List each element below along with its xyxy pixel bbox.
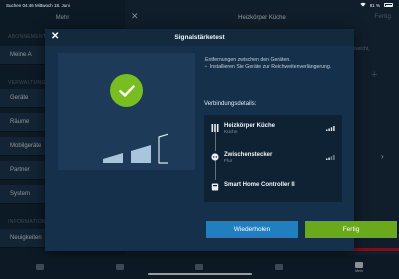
repeat-button[interactable]: Wiederholen <box>206 221 298 238</box>
done-button[interactable]: Fertig <box>305 221 397 238</box>
device-name: Zwischenstecker <box>224 152 273 158</box>
tip-line: Entfernungen zwischen den Geräten. <box>205 57 291 63</box>
battery-icon <box>384 3 393 7</box>
close-icon[interactable]: ✕ <box>51 31 59 42</box>
device-room: Flur <box>224 159 233 164</box>
status-left-text: Suchen 04:46 Mittwoch 18. Juni <box>6 2 70 8</box>
signal-strength-icon <box>326 155 335 160</box>
controller-icon <box>211 183 219 191</box>
tip-text: Entfernungen zwischen den Geräten. • Inst… <box>205 57 345 71</box>
device-name: Heizkörper Küche <box>224 123 276 129</box>
connection-details-label: Verbindungsdetails: <box>204 101 257 107</box>
device-row: Smart Home Controller II <box>211 182 337 191</box>
device-room: Küche <box>224 130 238 135</box>
device-row: Heizkörper Küche Küche <box>211 123 337 136</box>
tip-bullet: • Installieren Sie Geräte zur Reichweiten… <box>205 64 332 70</box>
radiator-thermostat-icon <box>211 124 219 132</box>
signal-bars-icon <box>103 133 168 164</box>
device-chain: Heizkörper Küche Küche Zwischenstecker F… <box>204 115 342 202</box>
device-row: Zwischenstecker Flur <box>211 152 337 165</box>
device-name: Smart Home Controller II <box>224 182 295 188</box>
battery-percent: 81 % <box>369 2 380 8</box>
dialog-title: Signalstärketest <box>174 34 225 41</box>
dialog-header: Signalstärketest ✕ <box>45 29 354 46</box>
wifi-icon <box>360 2 366 8</box>
signal-illustration <box>58 53 195 170</box>
signal-strength-icon <box>326 126 335 131</box>
checkmark-icon <box>110 74 143 107</box>
smart-plug-icon <box>211 153 219 161</box>
status-bar: Suchen 04:46 Mittwoch 18. Juni 81 % <box>0 0 399 10</box>
signal-test-dialog: Signalstärketest ✕ Entfernungen zwischen… <box>45 29 397 251</box>
